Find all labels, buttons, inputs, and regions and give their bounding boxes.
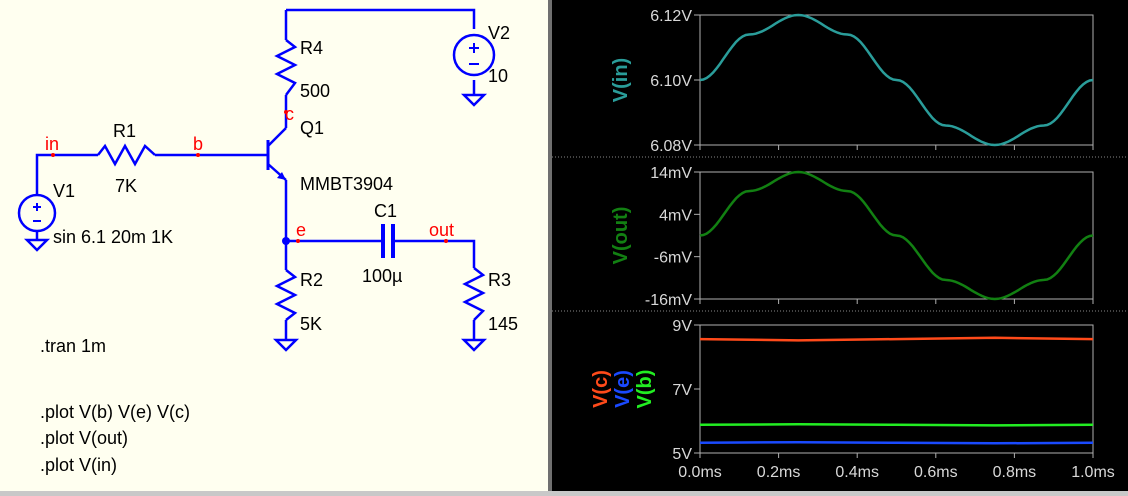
q1-name: Q1 (300, 118, 324, 138)
directive-plot3[interactable]: .plot V(in) (40, 455, 117, 475)
resistor-r2[interactable] (274, 269, 298, 321)
r1-value: 7K (115, 176, 137, 196)
series-legend-label[interactable]: V(b) (634, 370, 656, 409)
schematic-editor[interactable]: in b c e out R1 7K R4 500 Q1 MMBT3904 C1… (0, 0, 548, 491)
v2-value: 10 (488, 66, 508, 86)
waveform-canvas[interactable]: 6.12V 6.10V 6.08V V(in) 14mV 4mV -6mV -16mV V(ou… (552, 0, 1128, 491)
directive-plot1[interactable]: .plot V(b) V(e) V(c) (40, 402, 190, 422)
resistor-r4[interactable] (274, 39, 298, 96)
c1-name: C1 (374, 201, 397, 221)
resistor-r3[interactable] (462, 267, 486, 321)
series-legend-label[interactable]: V(e) (612, 370, 634, 408)
plot-frame (699, 324, 1094, 454)
node-label-e[interactable]: e (296, 220, 306, 240)
r3-value: 145 (488, 314, 518, 334)
trace-vin[interactable] (699, 13, 1094, 147)
r4-name: R4 (300, 38, 323, 58)
ground-icon (460, 338, 488, 352)
voltage-source-v1[interactable] (17, 193, 57, 233)
q1-model: MMBT3904 (300, 174, 393, 194)
transistor-q1[interactable] (266, 127, 287, 181)
schematic-canvas[interactable]: in b c e out R1 7K R4 500 Q1 MMBT3904 C1… (0, 0, 548, 491)
y-tick-label: 4mV (659, 207, 692, 224)
v1-name: V1 (53, 181, 75, 201)
waveform-viewer[interactable]: 6.12V 6.10V 6.08V V(in) 14mV 4mV -6mV -16mV V(ou… (552, 0, 1128, 491)
resistor-r1[interactable] (97, 143, 156, 167)
c1-value: 100µ (362, 266, 402, 286)
x-tick-label: 0.4ms (835, 464, 879, 481)
x-tick-label: 0.8ms (993, 464, 1037, 481)
ground-icon (272, 338, 300, 352)
ground-icon (23, 238, 51, 252)
y-tick-label: 5V (672, 446, 692, 463)
ltspice-window: in b c e out R1 7K R4 500 Q1 MMBT3904 C1… (0, 0, 1128, 491)
series-legend-label[interactable]: V(c) (590, 370, 612, 408)
node-label-in[interactable]: in (45, 134, 59, 154)
x-tick-label: 0.2ms (757, 464, 801, 481)
y-axis-label: V(out) (610, 207, 632, 265)
x-tick-label: 0.0ms (678, 464, 722, 481)
y-axis-label: V(in) (610, 58, 632, 102)
trace-ve[interactable] (699, 440, 1094, 445)
y-tick-label: 14mV (650, 165, 692, 182)
y-tick-label: 6.08V (650, 138, 692, 155)
node-label-c[interactable]: c (285, 104, 294, 124)
directive-plot2[interactable]: .plot V(out) (40, 428, 128, 448)
trace-vc[interactable] (699, 336, 1094, 342)
wire-out[interactable] (398, 239, 476, 268)
ground-icon (460, 93, 488, 107)
directive-tran[interactable]: .tran 1m (40, 336, 106, 356)
node-label-out[interactable]: out (429, 220, 454, 240)
r2-value: 5K (300, 314, 322, 334)
x-tick-label: 1.0ms (1071, 464, 1115, 481)
y-tick-label: 9V (672, 318, 692, 335)
r2-name: R2 (300, 270, 323, 290)
y-tick-label: 6.12V (650, 8, 692, 25)
x-tick-label: 0.6ms (914, 464, 958, 481)
v1-value: sin 6.1 20m 1K (53, 227, 173, 247)
trace-vb[interactable] (699, 423, 1094, 427)
r3-name: R3 (488, 270, 511, 290)
r1-name: R1 (113, 121, 136, 141)
wire-top[interactable] (286, 8, 476, 29)
y-tick-label: -6mV (654, 250, 693, 267)
trace-vout[interactable] (699, 170, 1094, 301)
v2-name: V2 (488, 23, 510, 43)
capacitor-c1[interactable] (378, 224, 398, 258)
junction-dot (282, 237, 290, 245)
y-tick-label: -16mV (645, 292, 692, 309)
r4-value: 500 (300, 81, 330, 101)
y-tick-label: 6.10V (650, 73, 692, 90)
node-label-b[interactable]: b (193, 134, 203, 154)
y-tick-label: 7V (672, 382, 692, 399)
